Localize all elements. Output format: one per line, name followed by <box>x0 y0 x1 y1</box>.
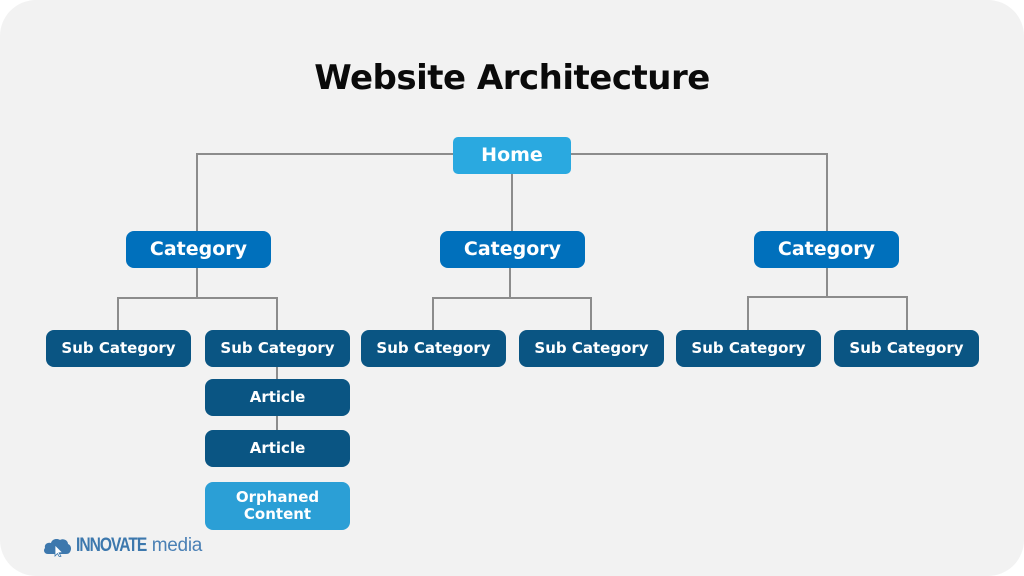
node-article-2: Article <box>205 430 350 467</box>
node-label: Article <box>249 387 306 406</box>
connector-home-category-3 <box>570 153 828 232</box>
node-category-3: Category <box>754 231 899 268</box>
node-subcategory-2-2: Sub Category <box>519 330 664 367</box>
node-subcategory-1-1: Sub Category <box>46 330 191 367</box>
node-subcategory-3-2: Sub Category <box>834 330 979 367</box>
node-label: Category <box>777 237 876 260</box>
node-label: Sub Category <box>534 338 649 357</box>
node-article-1: Article <box>205 379 350 416</box>
node-subcategory-3-1: Sub Category <box>676 330 821 367</box>
logo-brand-text: INNOVATE <box>76 535 147 556</box>
node-label: Article <box>249 438 306 457</box>
node-subcategory-1-2: Sub Category <box>205 330 350 367</box>
node-subcategory-2-1: Sub Category <box>361 330 506 367</box>
connector-category-2-subs <box>432 268 592 330</box>
node-label: Category <box>149 237 248 260</box>
node-label: Sub Category <box>691 338 806 357</box>
node-label: Orphaned Content <box>235 487 320 523</box>
node-label: Sub Category <box>61 338 176 357</box>
node-category-1: Category <box>126 231 271 268</box>
node-orphaned-content: Orphaned Content <box>205 482 350 530</box>
innovate-media-logo: INNOVATE media <box>42 535 202 557</box>
node-label: Sub Category <box>220 338 335 357</box>
connector-home-category-1 <box>196 153 455 232</box>
node-label: Sub Category <box>376 338 491 357</box>
node-label: Sub Category <box>849 338 964 357</box>
node-home: Home <box>453 137 571 174</box>
diagram-title: Website Architecture <box>314 58 710 98</box>
node-category-2: Category <box>440 231 585 268</box>
node-label: Category <box>463 237 562 260</box>
cloud-cursor-icon <box>44 539 72 557</box>
node-label: Home <box>481 143 543 166</box>
connector-category-1-subs <box>117 268 278 330</box>
connector-category-3-subs <box>747 268 908 330</box>
diagram-canvas: Website Architecture Home Category Categ… <box>0 0 1024 576</box>
logo-suffix-text: media <box>151 535 203 556</box>
